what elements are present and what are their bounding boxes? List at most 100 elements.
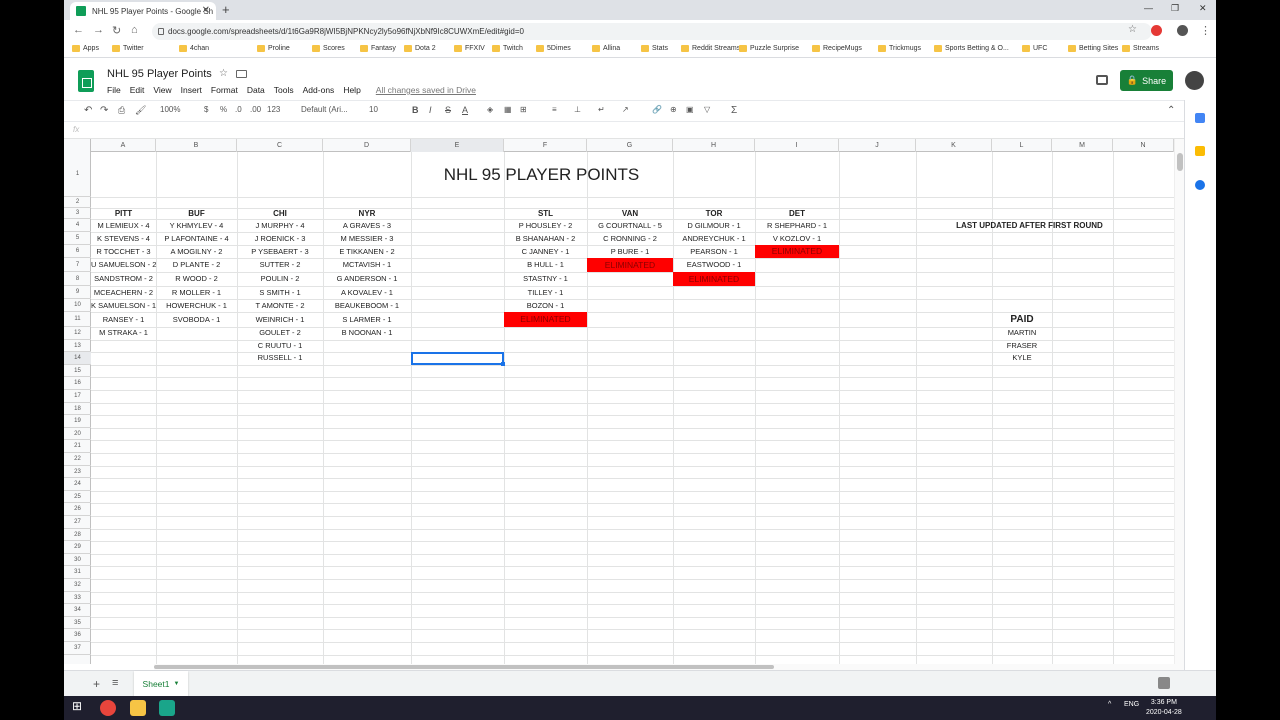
eliminated-badge[interactable]: ELIMINATED — [504, 312, 587, 327]
row-header-17[interactable]: 17 — [64, 390, 91, 403]
bookmark-star-icon[interactable]: ☆ — [1128, 24, 1137, 35]
bookmark-item[interactable]: Stats — [641, 45, 668, 52]
bookmark-item[interactable]: Scores — [312, 45, 345, 52]
player-cell[interactable]: POULIN - 2 — [237, 272, 323, 286]
player-cell[interactable]: G ANDERSON - 1 — [323, 272, 411, 286]
tasks-icon[interactable] — [1195, 180, 1205, 190]
column-header-D[interactable]: D — [323, 139, 411, 152]
eliminated-badge[interactable]: ELIMINATED — [755, 245, 839, 258]
team-header-chi[interactable]: CHI — [237, 208, 323, 219]
column-header-L[interactable]: L — [992, 139, 1052, 152]
player-cell[interactable]: GOULET - 2 — [237, 327, 323, 340]
row-header-12[interactable]: 12 — [64, 327, 91, 340]
player-cell[interactable]: SVOBODA - 1 — [156, 312, 237, 327]
paid-name[interactable]: FRASER — [992, 340, 1052, 353]
fill-color-icon[interactable]: ◈ — [487, 105, 493, 114]
bookmark-item[interactable]: 4chan — [179, 45, 209, 52]
row-header-33[interactable]: 33 — [64, 592, 91, 605]
player-cell[interactable]: ANDREYCHUK - 1 — [673, 232, 755, 245]
font-select[interactable]: Default (Ari... — [301, 105, 348, 114]
row-header-26[interactable]: 26 — [64, 503, 91, 516]
row-header-32[interactable]: 32 — [64, 579, 91, 592]
redo-icon[interactable]: ↷ — [100, 105, 108, 116]
row-header-35[interactable]: 35 — [64, 617, 91, 630]
minimize-icon[interactable]: — — [1144, 3, 1153, 13]
vertical-scrollbar[interactable] — [1174, 139, 1184, 664]
player-cell[interactable]: EASTWOOD - 1 — [673, 258, 755, 272]
player-cell[interactable]: P YSEBAERT - 3 — [237, 245, 323, 258]
menu-data[interactable]: Data — [247, 85, 265, 95]
back-icon[interactable]: ← — [73, 24, 84, 36]
align-horizontal-icon[interactable]: ≡ — [552, 105, 557, 114]
app-taskbar-icon[interactable] — [159, 700, 175, 716]
paid-name[interactable]: KYLE — [992, 352, 1052, 365]
sheet-title[interactable]: NHL 95 PLAYER POINTS — [91, 152, 992, 197]
column-header-B[interactable]: B — [156, 139, 237, 152]
paint-format-icon[interactable]: 🖌 — [135, 105, 146, 116]
row-header-29[interactable]: 29 — [64, 541, 91, 554]
player-cell[interactable]: G COURTNALL - 5 — [587, 219, 673, 232]
row-header-7[interactable]: 7 — [64, 258, 91, 272]
adblock-extension-icon[interactable] — [1151, 25, 1162, 36]
player-cell[interactable]: HOWERCHUK - 1 — [156, 299, 237, 312]
player-cell[interactable]: MCEACHERN - 2 — [91, 286, 156, 299]
more-formats-button[interactable]: 123 — [267, 105, 280, 114]
row-header-16[interactable]: 16 — [64, 377, 91, 390]
menu-edit[interactable]: Edit — [130, 85, 145, 95]
sheet-tab-sheet1[interactable]: Sheet1 ▼ — [134, 671, 188, 696]
browser-tab[interactable]: NHL 95 Player Points - Google Sh ✕ — [70, 2, 216, 20]
increase-decimal-button[interactable]: .00 — [250, 105, 261, 114]
team-header-stl[interactable]: STL — [504, 208, 587, 219]
player-cell[interactable]: V KOZLOV - 1 — [755, 232, 839, 245]
player-cell[interactable]: B HULL - 1 — [504, 258, 587, 272]
windows-start-icon[interactable]: ⊞ — [72, 699, 88, 715]
insert-link-icon[interactable]: 🔗 — [652, 105, 662, 114]
row-header-9[interactable]: 9 — [64, 286, 91, 299]
player-cell[interactable]: K SAMUELSON - 1 — [91, 299, 156, 312]
decrease-decimal-button[interactable]: .0 — [235, 105, 242, 114]
vertical-scroll-thumb[interactable] — [1177, 153, 1183, 171]
column-header-A[interactable]: A — [91, 139, 156, 152]
column-header-C[interactable]: C — [237, 139, 323, 152]
language-indicator[interactable]: ENG — [1124, 701, 1139, 708]
player-cell[interactable]: SUTTER - 2 — [237, 258, 323, 272]
row-header-30[interactable]: 30 — [64, 554, 91, 567]
player-cell[interactable]: J MURPHY - 4 — [237, 219, 323, 232]
bookmark-item[interactable]: Betting Sites — [1068, 45, 1118, 52]
borders-icon[interactable]: ▦ — [504, 105, 512, 114]
bookmark-item[interactable]: FFXIV — [454, 45, 485, 52]
player-cell[interactable]: K STEVENS - 4 — [91, 232, 156, 245]
player-cell[interactable]: C RUUTU - 1 — [237, 340, 323, 353]
row-header-1[interactable]: 1 — [64, 152, 91, 197]
column-header-F[interactable]: F — [504, 139, 587, 152]
bookmark-item[interactable]: Proline — [257, 45, 290, 52]
all-sheets-icon[interactable]: ≡ — [112, 677, 118, 689]
player-cell[interactable]: RUSSELL - 1 — [237, 352, 323, 365]
player-cell[interactable]: RANSEY - 1 — [91, 312, 156, 327]
team-header-nyr[interactable]: NYR — [323, 208, 411, 219]
new-tab-icon[interactable]: + — [222, 2, 230, 17]
selected-cell[interactable] — [411, 352, 505, 366]
player-cell[interactable]: P BURE - 1 — [587, 245, 673, 258]
print-icon[interactable]: ⎙ — [118, 105, 125, 116]
bookmark-item[interactable]: Dota 2 — [404, 45, 436, 52]
row-header-34[interactable]: 34 — [64, 604, 91, 617]
row-header-25[interactable]: 25 — [64, 491, 91, 504]
insert-chart-icon[interactable]: ▣ — [686, 105, 694, 114]
player-cell[interactable]: E TIKKANEN - 2 — [323, 245, 411, 258]
team-header-tor[interactable]: TOR — [673, 208, 755, 219]
bookmark-item[interactable]: Fantasy — [360, 45, 396, 52]
paid-header[interactable]: PAID — [992, 312, 1052, 327]
row-header-23[interactable]: 23 — [64, 466, 91, 479]
player-cell[interactable]: MCTAVISH - 1 — [323, 258, 411, 272]
player-cell[interactable]: T AMONTE - 2 — [237, 299, 323, 312]
last-updated-note[interactable]: LAST UPDATED AFTER FIRST ROUND — [916, 219, 1143, 232]
row-header-15[interactable]: 15 — [64, 365, 91, 378]
strikethrough-button[interactable]: S — [445, 105, 451, 115]
bookmark-item[interactable]: Trickmugs — [878, 45, 921, 52]
merge-cells-icon[interactable]: ⊞ — [520, 105, 527, 114]
player-cell[interactable]: Y KHMYLEV - 4 — [156, 219, 237, 232]
row-header-5[interactable]: 5 — [64, 232, 91, 245]
eliminated-badge[interactable]: ELIMINATED — [673, 272, 755, 286]
row-header-31[interactable]: 31 — [64, 566, 91, 579]
